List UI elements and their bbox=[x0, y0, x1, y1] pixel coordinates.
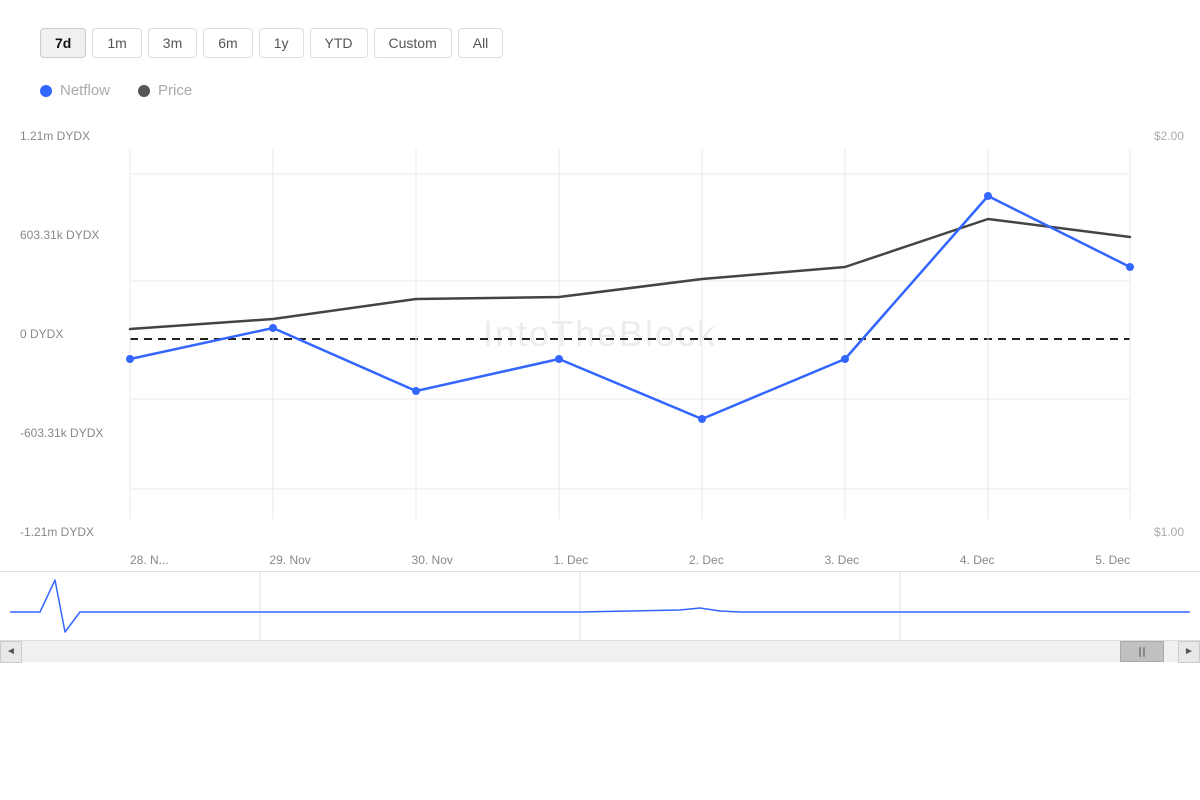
thumb-grip-1 bbox=[1139, 647, 1141, 657]
time-btn-custom[interactable]: Custom bbox=[374, 28, 452, 58]
time-btn-all[interactable]: All bbox=[458, 28, 504, 58]
time-btn-1m[interactable]: 1m bbox=[92, 28, 141, 58]
scrollbar-track: ◄ ► bbox=[0, 640, 1200, 662]
x-label-2: 30. Nov bbox=[412, 553, 453, 567]
netflow-label: Netflow bbox=[60, 82, 110, 99]
price-dot bbox=[138, 85, 150, 97]
x-label-0: 28. N... bbox=[130, 553, 169, 567]
x-label-4: 2. Dec bbox=[689, 553, 724, 567]
scroll-right-button[interactable]: ► bbox=[1178, 641, 1200, 663]
chart-svg bbox=[0, 119, 1200, 549]
time-btn-ytd[interactable]: YTD bbox=[310, 28, 368, 58]
legend: Netflow Price bbox=[0, 74, 1200, 119]
x-label-6: 4. Dec bbox=[960, 553, 995, 567]
netflow-dot bbox=[40, 85, 52, 97]
x-label-5: 3. Dec bbox=[824, 553, 859, 567]
time-btn-6m[interactable]: 6m bbox=[203, 28, 252, 58]
navigator-svg bbox=[0, 572, 1200, 640]
scroll-track-inner bbox=[22, 641, 1178, 662]
navigator-area: 2022 2023 2024 ◄ ► bbox=[0, 571, 1200, 671]
time-btn-3m[interactable]: 3m bbox=[148, 28, 197, 58]
main-container: 7d1m3m6m1yYTDCustomAll Netflow Price 1.2… bbox=[0, 0, 1200, 800]
time-btn-1y[interactable]: 1y bbox=[259, 28, 304, 58]
x-label-1: 29. Nov bbox=[269, 553, 310, 567]
x-label-7: 5. Dec bbox=[1095, 553, 1130, 567]
time-btn-7d[interactable]: 7d bbox=[40, 28, 86, 58]
price-label: Price bbox=[158, 82, 192, 99]
legend-netflow: Netflow bbox=[40, 82, 110, 99]
thumb-grip-2 bbox=[1143, 647, 1145, 657]
main-chart-area: 1.21m DYDX 603.31k DYDX 0 DYDX -603.31k … bbox=[0, 119, 1200, 549]
legend-price: Price bbox=[138, 82, 192, 99]
x-label-3: 1. Dec bbox=[554, 553, 589, 567]
time-range-bar: 7d1m3m6m1yYTDCustomAll bbox=[0, 0, 1200, 74]
scroll-left-button[interactable]: ◄ bbox=[0, 641, 22, 663]
x-axis-labels: 28. N... 29. Nov 30. Nov 1. Dec 2. Dec 3… bbox=[0, 549, 1200, 571]
scroll-thumb[interactable] bbox=[1120, 641, 1164, 662]
